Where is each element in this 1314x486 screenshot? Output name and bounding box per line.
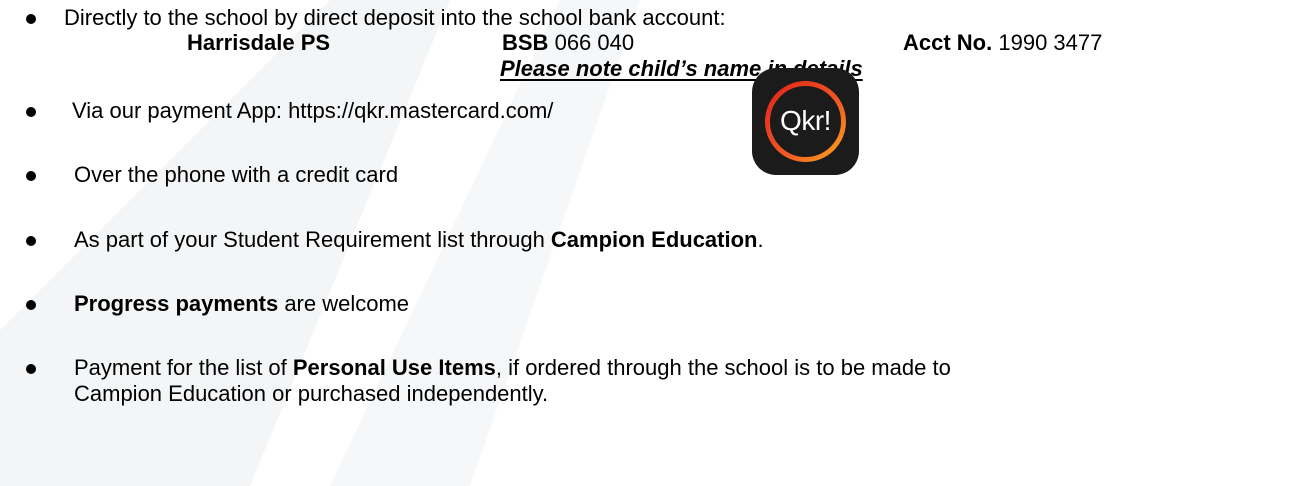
progress-payments-text: Progress payments are welcome [74, 291, 410, 316]
bsb-detail: BSB 066 040 [502, 30, 634, 56]
phone-payment-text: Over the phone with a credit card [74, 162, 399, 187]
list-bullet [26, 364, 36, 374]
bsb-value: 066 040 [554, 30, 635, 55]
qkr-app-logo: Qkr! [752, 68, 859, 175]
campion-education-bold: Campion Education [550, 227, 758, 252]
campion-payment-text: As part of your Student Requirement list… [74, 227, 764, 252]
bank-details-row: Harrisdale PS [187, 30, 330, 56]
personal-use-items-bold: Personal Use Items [292, 355, 496, 380]
account-name: Harrisdale PS [187, 30, 331, 55]
list-bullet [26, 14, 36, 24]
payment-options-list: Directly to the school by direct deposit… [0, 0, 1314, 486]
personal-use-items-line2: Campion Education or purchased independe… [74, 381, 549, 406]
list-bullet [26, 171, 36, 181]
bsb-label: BSB [502, 30, 549, 55]
payment-app-text: Via our payment App: https://qkr.masterc… [72, 98, 554, 123]
account-number-label: Acct No. [903, 30, 993, 55]
bank-deposit-text: Directly to the school by direct deposit… [64, 5, 726, 30]
qkr-logo-text: Qkr! [780, 105, 831, 136]
account-number-value: 1990 3477 [998, 30, 1103, 55]
list-bullet [26, 236, 36, 246]
progress-payments-bold: Progress payments [74, 291, 279, 316]
list-bullet [26, 107, 36, 117]
list-bullet [26, 300, 36, 310]
account-number-detail: Acct No. 1990 3477 [903, 30, 1102, 56]
personal-use-items-text: Payment for the list of Personal Use Ite… [74, 355, 951, 380]
